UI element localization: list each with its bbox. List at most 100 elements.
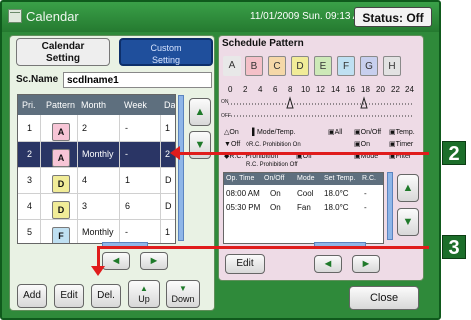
- op-col-mode: Mode: [297, 175, 315, 182]
- arrow-right-icon: ►: [360, 258, 372, 270]
- row-week: 1: [125, 175, 131, 185]
- pattern-tab-f[interactable]: F: [337, 56, 355, 76]
- tab-custom-label-1: Custom: [150, 43, 182, 53]
- table-row-selected[interactable]: 2 A Monthly - 2: [18, 142, 175, 168]
- tab-custom-setting[interactable]: Custom Setting: [119, 38, 213, 66]
- op-time: 05:30 PM: [226, 203, 261, 212]
- operation-table: Op. Time On/Off Mode Set Temp. R.C. 08:0…: [223, 172, 384, 244]
- pattern-chip: D: [52, 175, 70, 193]
- hour-label: 10: [301, 85, 310, 94]
- delete-button[interactable]: Del.: [91, 284, 121, 308]
- list-scroll-up-button[interactable]: ▲: [189, 98, 211, 126]
- op-scroll-down-button[interactable]: ▼: [397, 208, 419, 236]
- move-down-button[interactable]: ▼ Down: [166, 280, 200, 308]
- hour-label: 18: [361, 85, 370, 94]
- tab-custom-label-2: Setting: [151, 55, 181, 65]
- row-pri: 3: [27, 175, 33, 185]
- legend-temp: ▣Temp.: [389, 129, 415, 136]
- move-up-button[interactable]: ▲ Up: [128, 280, 160, 308]
- op-rc: -: [364, 189, 367, 198]
- callout-3-line-h: [97, 246, 429, 249]
- column-divider: [40, 115, 41, 243]
- op-vertical-scrollbar[interactable]: [387, 172, 393, 240]
- op-table-row[interactable]: 05:30 PM On Fan 18.0°C -: [224, 201, 383, 215]
- arrow-up-icon: ▲: [194, 106, 206, 118]
- op-onoff: On: [270, 203, 281, 212]
- pattern-tab-a[interactable]: A: [223, 56, 241, 76]
- table-header: Pri. Pattern Month Week Da: [18, 95, 175, 115]
- schedule-edit-button[interactable]: Edit: [225, 254, 265, 274]
- legend-mode: ▌Mode/Temp.: [252, 129, 296, 136]
- col-pri: Pri.: [22, 100, 36, 110]
- arrow-down-icon: ▼: [402, 216, 414, 228]
- legend-all: ▣All: [328, 129, 343, 136]
- pattern-tab-c[interactable]: C: [268, 56, 286, 76]
- callout-2-line: [175, 152, 429, 155]
- table-row[interactable]: 4 D 3 6 D: [18, 194, 175, 220]
- row-week: 6: [125, 201, 131, 211]
- col-day: Da: [164, 100, 176, 110]
- legend-timer-text: Timer: [395, 141, 414, 148]
- op-time: 08:00 AM: [226, 189, 260, 198]
- hour-label: 4: [258, 85, 263, 94]
- schedule-pattern-title: Schedule Pattern: [222, 38, 304, 49]
- legend-timer: ▣Timer: [389, 141, 414, 148]
- row-month: 3: [82, 201, 88, 211]
- op-table-row[interactable]: 08:00 AM On Cool 18.0°C -: [224, 187, 383, 201]
- legend-on2: ▣On: [354, 141, 370, 148]
- op-scroll-left-button[interactable]: ◄: [314, 255, 342, 273]
- move-up-label: Up: [138, 294, 150, 304]
- legend-temp-text: Temp.: [395, 129, 415, 136]
- arrow-left-icon: ◄: [322, 258, 334, 270]
- row-day: D: [165, 175, 172, 185]
- hour-label: 24: [405, 85, 414, 94]
- callout-2-badge: 2: [442, 141, 466, 165]
- close-button[interactable]: Close: [349, 286, 419, 310]
- tab-calendar-label-2: Setting: [46, 53, 80, 64]
- pattern-chip: A: [52, 149, 70, 167]
- pattern-tab-e[interactable]: E: [314, 56, 332, 76]
- legend-onoff: ▣On/Off: [354, 129, 382, 136]
- op-rc: -: [364, 203, 367, 212]
- column-divider: [77, 115, 78, 243]
- legend-rc-prohibition-on: ◊R.C. Prohibition On: [246, 142, 301, 148]
- list-scroll-right-button[interactable]: ►: [140, 252, 168, 270]
- table-row[interactable]: 1 A 2 - 1: [18, 116, 175, 142]
- hour-label: 12: [316, 85, 325, 94]
- up-arrow-icon: ▲: [140, 284, 148, 293]
- op-scroll-up-button[interactable]: ▲: [397, 174, 419, 202]
- legend-on-text: On: [229, 129, 239, 136]
- list-vertical-scrollbar[interactable]: [178, 95, 184, 241]
- col-week: Week: [124, 100, 147, 110]
- row-month: Monthly: [82, 149, 114, 159]
- hour-label: 8: [288, 85, 293, 94]
- pattern-tab-h[interactable]: H: [383, 56, 401, 76]
- status-button[interactable]: Status: Off: [354, 7, 432, 27]
- op-mode: Cool: [297, 189, 314, 198]
- scname-input[interactable]: scdlname1: [63, 72, 212, 88]
- pattern-tab-b[interactable]: B: [245, 56, 263, 76]
- edit-button[interactable]: Edit: [54, 284, 84, 308]
- row-pri: 4: [27, 201, 33, 211]
- timeline[interactable]: [228, 96, 418, 124]
- col-month: Month: [81, 100, 107, 110]
- table-row[interactable]: 5 F Monthly - 1: [18, 220, 175, 243]
- legend-rc-proh-on-text: R.C. Prohibition On: [248, 142, 301, 148]
- op-temp: 18.0°C: [324, 203, 349, 212]
- hour-label: 2: [243, 85, 248, 94]
- add-button[interactable]: Add: [17, 284, 47, 308]
- table-row[interactable]: 3 D 4 1 D: [18, 168, 175, 194]
- callout-3-badge: 3: [442, 235, 466, 259]
- op-scroll-right-button[interactable]: ►: [352, 255, 380, 273]
- pattern-tab-g[interactable]: G: [360, 56, 378, 76]
- hour-label: 20: [376, 85, 385, 94]
- hour-label: 22: [391, 85, 400, 94]
- tab-calendar-setting[interactable]: Calendar Setting: [16, 38, 110, 66]
- list-scroll-left-button[interactable]: ◄: [102, 252, 130, 270]
- op-col-settemp: Set Temp.: [324, 175, 356, 182]
- row-week: -: [125, 149, 128, 159]
- legend-on: △On: [224, 129, 239, 136]
- op-table-header: Op. Time On/Off Mode Set Temp. R.C.: [224, 173, 383, 185]
- hour-label: 6: [273, 85, 278, 94]
- pattern-tab-d[interactable]: D: [291, 56, 309, 76]
